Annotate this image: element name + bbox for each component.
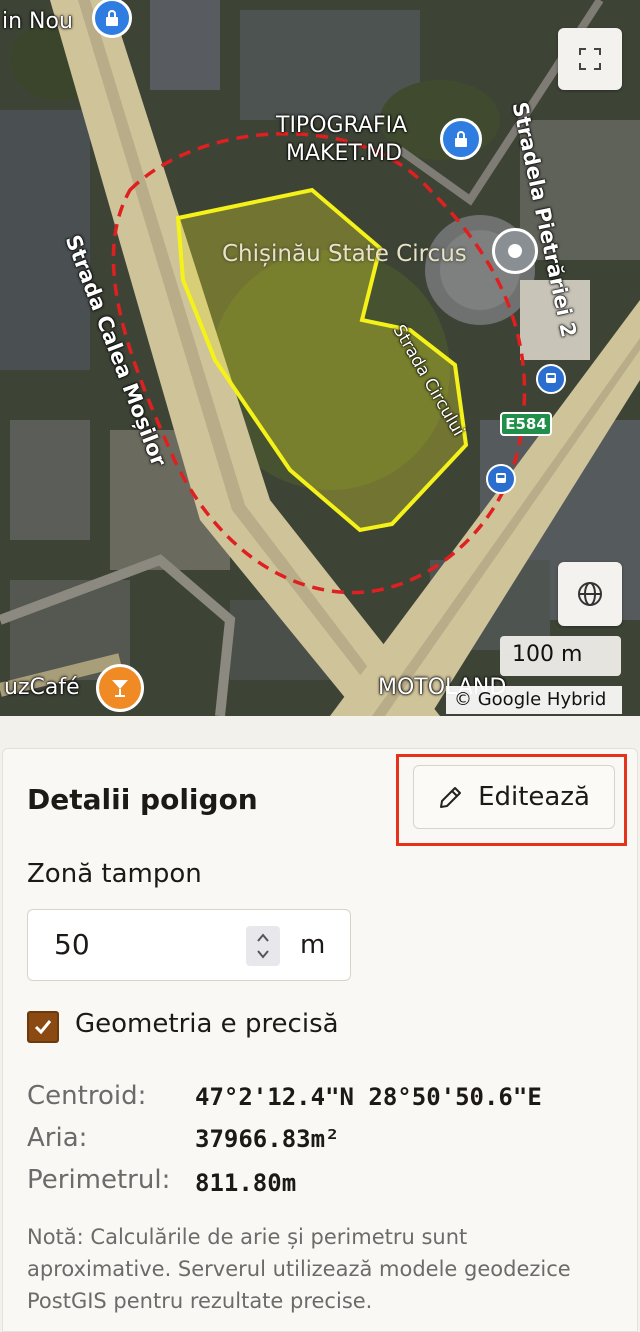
map-attribution: © Google Hybrid: [446, 686, 622, 714]
area-value: 37966.83m²: [195, 1125, 340, 1153]
route-badge: E584: [500, 412, 552, 436]
buffer-label: Zonă tampon: [27, 859, 202, 889]
scale-indicator: 100 m: [500, 636, 621, 676]
edit-button[interactable]: Editează: [413, 765, 615, 829]
buffer-unit: m: [300, 930, 326, 960]
place-label: uzCafé: [4, 675, 80, 700]
pencil-icon: [440, 787, 462, 808]
perimeter-value: 811.80m: [195, 1169, 297, 1197]
place-label: Chișinău State Circus: [222, 241, 467, 267]
place-label: TIPOGRAFIA: [276, 113, 408, 138]
lock-pin-icon[interactable]: [440, 118, 482, 160]
panel-title: Detalii poligon: [27, 783, 258, 816]
centroid-label: Centroid:: [27, 1081, 147, 1111]
checkmark-icon: [34, 1020, 52, 1035]
precise-geometry-checkbox[interactable]: [27, 1011, 59, 1043]
polygon-details-panel: Detalii poligon Editează Zonă tampon 50 …: [2, 748, 638, 1332]
fullscreen-icon: [579, 48, 601, 70]
place-label: in Nou: [2, 9, 73, 34]
area-label: Aria:: [27, 1123, 88, 1153]
cocktail-icon[interactable]: [96, 664, 144, 712]
place-label: MAKET.MD: [286, 141, 403, 166]
perimeter-label: Perimetrul:: [27, 1165, 171, 1195]
buffer-input[interactable]: 50 m: [27, 909, 351, 981]
bus-icon[interactable]: [536, 364, 566, 394]
map-view[interactable]: Strada Calea Moșilor Stradela Pietrăriei…: [0, 0, 640, 716]
satellite-imagery: [0, 0, 640, 716]
globe-icon: [578, 582, 602, 606]
centroid-value: 47°2'12.4"N 28°50'50.6"E: [195, 1083, 542, 1111]
location-pin-icon[interactable]: [492, 228, 538, 274]
layer-toggle-button[interactable]: [558, 562, 622, 626]
chevron-updown-icon: [257, 933, 269, 959]
buffer-value: 50: [54, 928, 90, 961]
number-stepper[interactable]: [246, 926, 280, 966]
bus-icon[interactable]: [486, 464, 516, 494]
fullscreen-button[interactable]: [558, 28, 622, 90]
precise-geometry-label[interactable]: Geometria e precisă: [75, 1009, 339, 1039]
accuracy-note: Notă: Calculările de arie și perimetru s…: [27, 1225, 571, 1313]
edit-button-label: Editează: [478, 782, 590, 812]
